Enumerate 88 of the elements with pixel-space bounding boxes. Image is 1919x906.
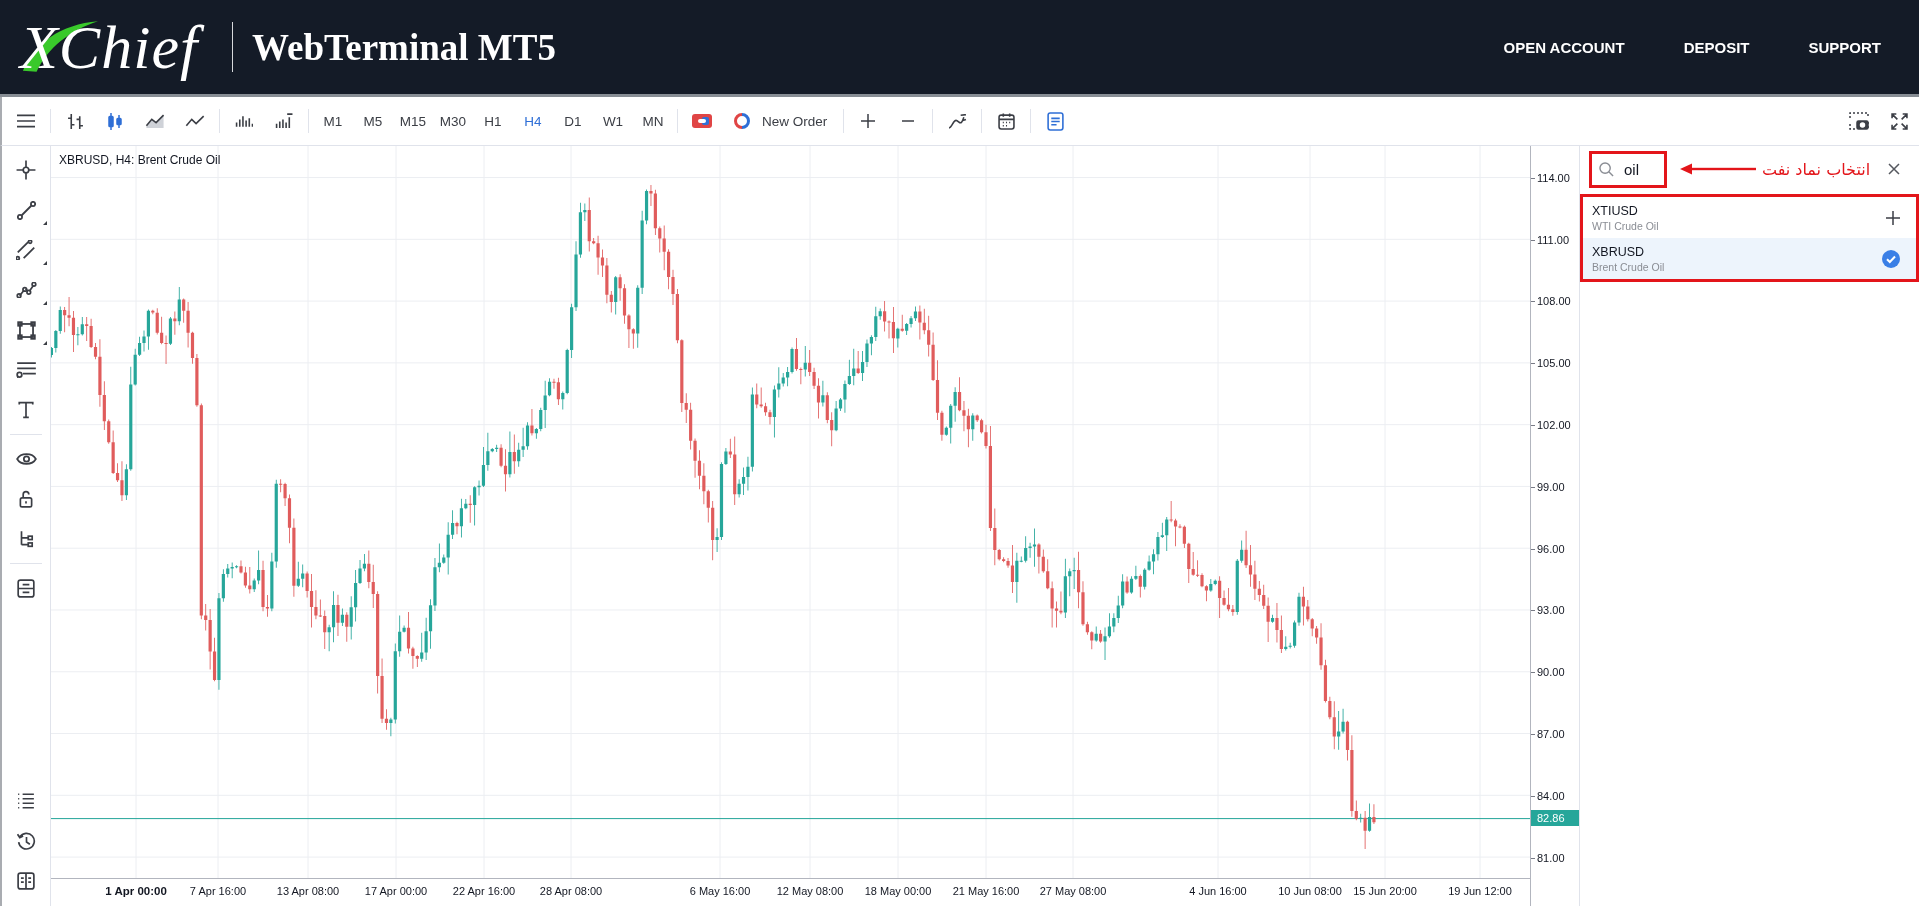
eye-icon[interactable] [15,452,37,466]
ring-icon [734,113,750,129]
time-label: 15 Jun 20:00 [1353,885,1417,897]
time-label: 19 Jun 12:00 [1448,885,1512,897]
wave-icon[interactable] [947,113,967,129]
close-icon[interactable] [1888,163,1900,175]
text-icon[interactable] [18,401,34,419]
rectangle-icon[interactable] [16,320,36,340]
chart-title: XBRUSD, H4: Brent Crude Oil [59,153,221,167]
time-label: 1 Apr 00:00 [105,885,167,897]
menu-icon[interactable] [17,114,35,128]
corner-triangle-icon [43,341,47,345]
annotation-text: انتخاب نماد نفت [1762,159,1871,179]
timeframe-button[interactable]: M15 [393,101,433,141]
fullscreen-icon[interactable] [1890,112,1908,130]
price-label: 90.00 [1537,666,1565,679]
timeframe-button[interactable]: M5 [353,101,393,141]
symbol-code: XBRUSD [1592,244,1645,259]
corner-triangle-icon [43,301,47,305]
timeframe-button[interactable]: MN [633,101,673,141]
history-icon[interactable] [16,831,36,851]
document-icon[interactable] [1046,111,1064,131]
polyline-icon[interactable] [15,282,37,298]
search-field[interactable]: oil [1624,160,1658,178]
sliders-icon[interactable] [15,361,37,379]
area-chart-icon[interactable] [145,113,165,129]
toggle-icon[interactable] [692,114,712,128]
corner-triangle-icon [43,221,47,225]
price-label: 111.00 [1537,233,1569,246]
timeframe-button[interactable]: M30 [433,101,473,141]
time-label: 27 May 08:00 [1039,885,1107,897]
price-label: 87.00 [1537,728,1565,741]
candlestick-icon[interactable] [108,111,122,131]
price-label: 84.00 [1537,789,1565,802]
price-label: 93.00 [1537,604,1565,617]
zoom-in-icon[interactable] [861,114,876,128]
time-label: 10 Jun 08:00 [1278,885,1342,897]
columns-icon[interactable] [17,872,35,890]
cabinet-icon[interactable] [17,578,35,598]
price-label: 105.00 [1537,357,1571,370]
time-label: 28 Apr 08:00 [539,885,603,897]
price-label: 108.00 [1537,295,1571,308]
price-label: 102.00 [1537,419,1571,432]
price-label: 114.00 [1537,171,1570,184]
crosshair-icon[interactable] [16,160,36,180]
line-chart-icon[interactable] [185,114,205,128]
calendar-icon[interactable] [997,112,1015,130]
time-label: 7 Apr 16:00 [189,885,247,897]
timeframe-button[interactable]: W1 [593,101,633,141]
nav-link[interactable]: OPEN ACCOUNT [1503,38,1625,56]
time-label: 22 Apr 16:00 [452,885,516,897]
price-label: 81.00 [1537,851,1565,864]
time-label: 18 May 00:00 [864,885,932,897]
screenshot-icon[interactable] [1849,112,1869,130]
tree-icon[interactable] [18,530,34,548]
price-label: 96.00 [1537,542,1565,555]
symbol-row[interactable]: XTIUSD WTI Crude Oil [1583,197,1916,238]
check-circle-icon[interactable] [1882,249,1900,268]
parallel-lines-icon[interactable] [16,240,36,260]
search-icon [1599,161,1614,177]
price-label: 99.00 [1537,480,1565,493]
timeframe-button[interactable]: D1 [553,101,593,141]
plus-icon[interactable] [1886,210,1900,225]
corner-triangle-icon [43,261,47,265]
timeframe-button[interactable]: M1 [313,101,353,141]
time-label: 13 Apr 08:00 [276,885,340,897]
symbol-description: WTI Crude Oil [1592,219,1659,232]
trend-line-icon[interactable] [16,200,36,220]
nav-link[interactable]: SUPPORT [1808,38,1881,56]
padlock-icon[interactable] [19,490,33,508]
time-label: 21 May 16:00 [952,885,1020,897]
volume-bars-icon[interactable] [235,114,253,128]
bar-chart-icon[interactable] [66,112,84,130]
list-icon[interactable] [17,793,35,809]
timeframe-button[interactable]: H1 [473,101,513,141]
new-order-button[interactable]: New Order [722,101,840,141]
time-label: 12 May 08:00 [776,885,844,897]
time-label: 4 Jun 16:00 [1189,885,1247,897]
app-title: WebTerminal MT5 [252,25,556,69]
symbol-description: Brent Crude Oil [1592,260,1665,273]
timeframe-button[interactable]: H4 [513,101,553,141]
current-price-label: 82.86 [1531,810,1579,826]
nav-link[interactable]: DEPOSIT [1683,38,1750,56]
volume-bars-icon[interactable] [275,113,293,129]
time-label: 17 Apr 00:00 [364,885,428,897]
symbol-row[interactable]: XBRUSD Brent Crude Oil [1583,238,1916,279]
time-label: 6 May 16:00 [689,885,751,897]
symbol-code: XTIUSD [1592,203,1638,218]
